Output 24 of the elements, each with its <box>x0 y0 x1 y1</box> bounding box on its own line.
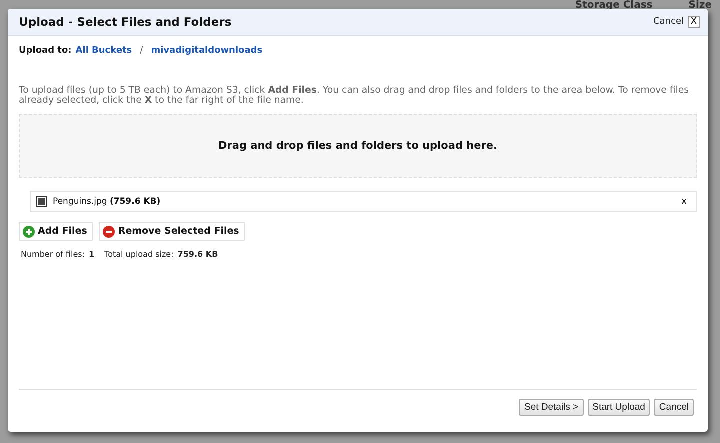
plus-icon <box>23 226 35 238</box>
summary-text: Total upload size: 759.6 KB <box>104 250 218 259</box>
footer-button[interactable]: Set Details > <box>519 399 584 416</box>
drop-zone[interactable]: Drag and drop files and folders to upload here. <box>19 114 697 178</box>
close-button[interactable]: X <box>688 16 700 28</box>
remove-files-button[interactable]: Remove Selected Files <box>99 222 246 241</box>
minus-icon <box>103 226 116 238</box>
file-row[interactable]: Penguins.jpg (759.6 KB) x <box>30 191 697 212</box>
upload-to-label: Upload to: <box>19 46 72 56</box>
summary-text: Number of files: 1 <box>21 250 95 259</box>
image-file-icon <box>36 196 47 207</box>
instructions-text: To upload files (up to 5 TB each) to Amazon S3, click Add Files. You can also drag and drop files and folders to the area below. To remove files already selected, click the X to the far right of the file name. <box>19 86 690 106</box>
breadcrumb-link[interactable]: mivadigitaldownloads <box>151 46 263 56</box>
footer-button[interactable]: Cancel <box>654 399 694 416</box>
add-files-button[interactable]: Add Files <box>19 222 94 241</box>
file-name: Penguins.jpg (759.6 KB) <box>53 196 162 206</box>
remove-file-button[interactable]: x <box>678 196 691 206</box>
dialog-title: Upload - Select Files and Folders <box>19 15 233 29</box>
breadcrumb-separator: / <box>140 46 144 56</box>
breadcrumb-link[interactable]: All Buckets <box>76 46 132 56</box>
column-header: Size <box>688 1 713 9</box>
cancel-link[interactable]: Cancel <box>654 17 684 27</box>
column-header: Storage Class <box>574 1 654 9</box>
footer-button[interactable]: Start Upload <box>588 399 650 416</box>
